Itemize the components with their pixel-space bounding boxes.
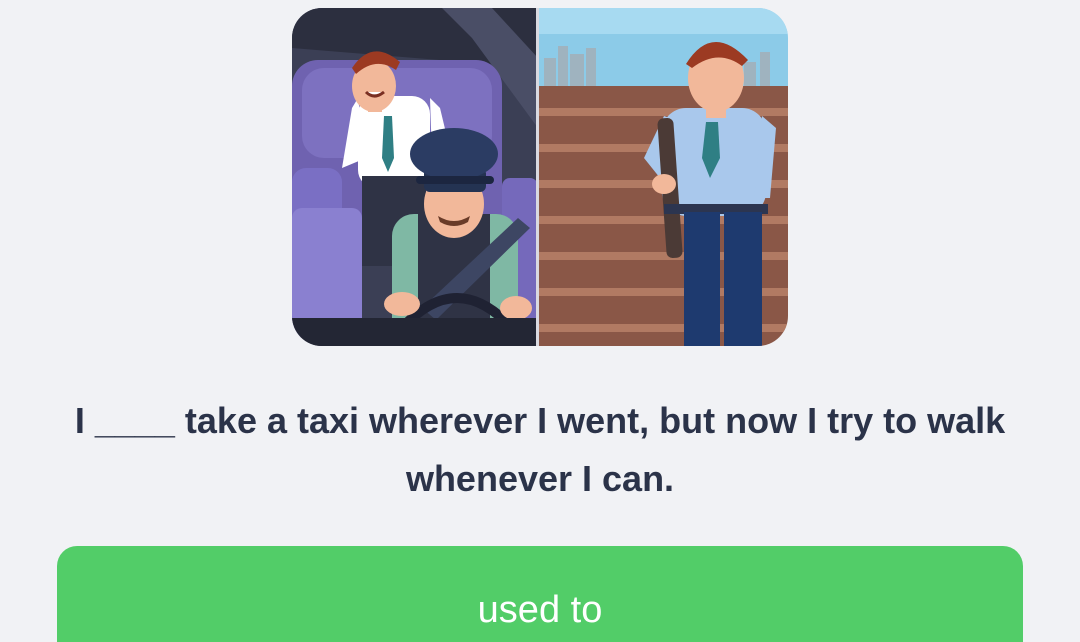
question-illustration (292, 8, 788, 346)
answer-option-button[interactable]: used to (57, 546, 1023, 642)
quiz-screen: I ____ take a taxi wherever I went, but … (0, 0, 1080, 642)
answer-option-label: used to (477, 589, 603, 631)
question-text: I ____ take a taxi wherever I went, but … (74, 400, 1006, 499)
